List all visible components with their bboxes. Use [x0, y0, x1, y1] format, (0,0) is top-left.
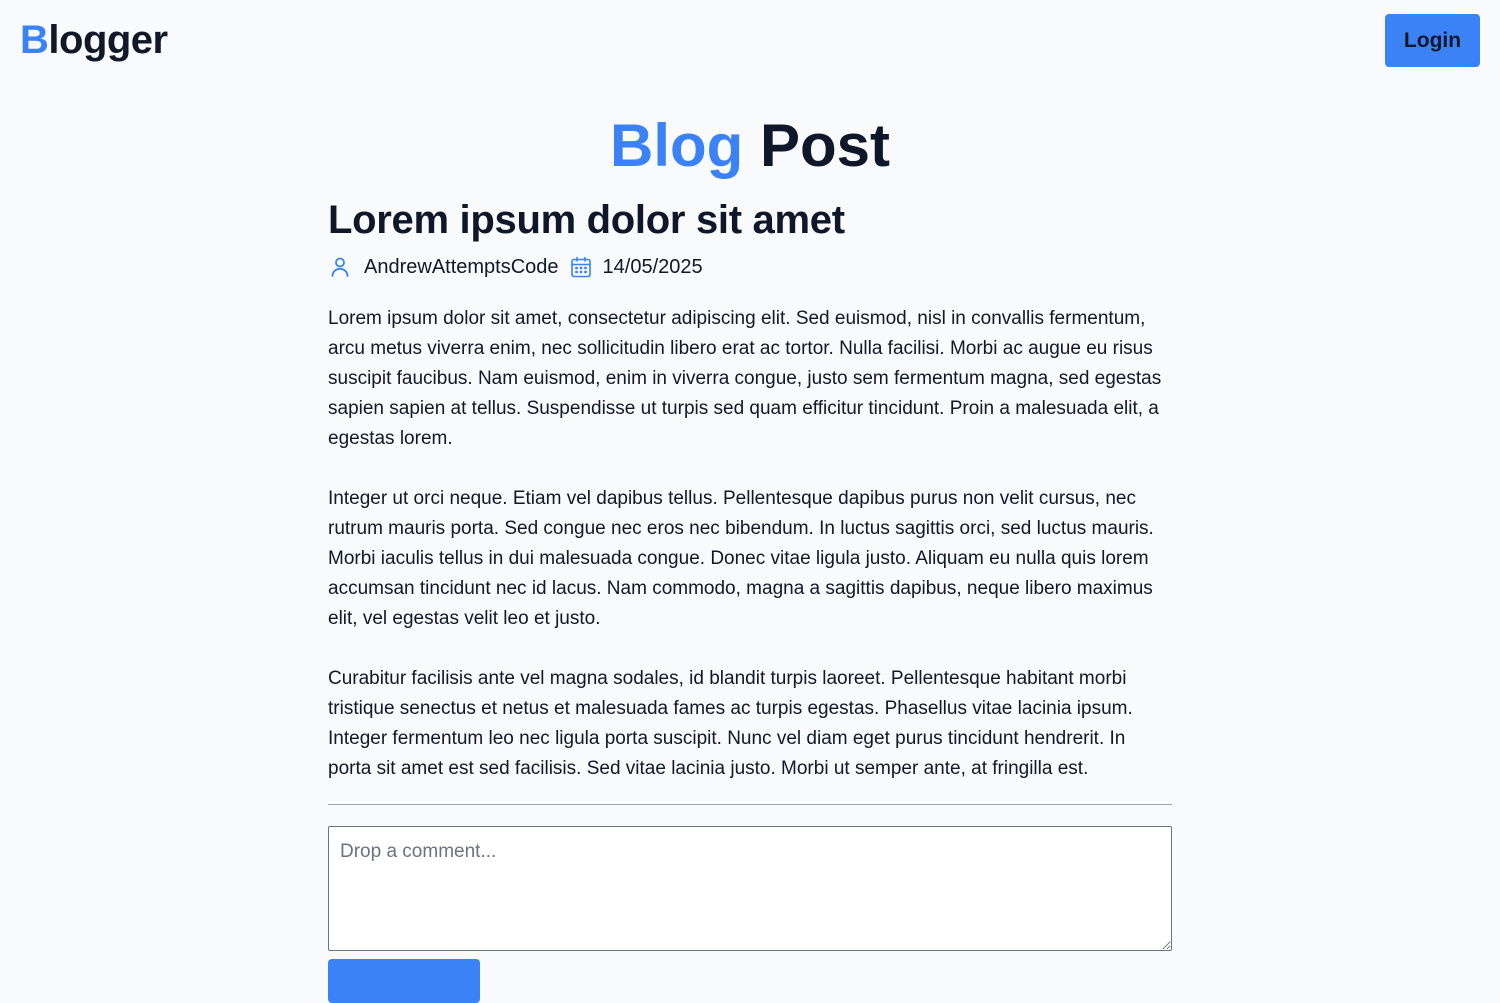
- blog-post: Lorem ipsum dolor sit amet AndrewAttempt…: [328, 196, 1172, 1003]
- user-icon: [328, 255, 352, 279]
- post-body: Lorem ipsum dolor sit amet, consectetur …: [328, 304, 1172, 784]
- top-bar: Blogger Login: [0, 0, 1500, 82]
- logo-accent-letter: B: [20, 18, 49, 62]
- comment-input[interactable]: [328, 826, 1172, 951]
- page-title-rest: Post: [759, 112, 890, 179]
- divider: [328, 804, 1172, 805]
- post-paragraph: Curabitur facilisis ante vel magna sodal…: [328, 668, 1133, 779]
- page-title-accent: Blog: [609, 112, 744, 179]
- calendar-icon: [569, 255, 593, 279]
- post-paragraph: Lorem ipsum dolor sit amet, consectetur …: [328, 308, 1162, 449]
- logo[interactable]: Blogger: [20, 16, 168, 64]
- post-title: Lorem ipsum dolor sit amet: [328, 198, 845, 242]
- post-author[interactable]: AndrewAttemptsCode: [364, 256, 559, 279]
- post-paragraph: Integer ut orci neque. Etiam vel dapibus…: [328, 488, 1154, 629]
- post-date: 14/05/2025: [602, 255, 703, 278]
- page-title: Blog Post: [0, 112, 1500, 180]
- submit-comment-button[interactable]: [328, 959, 480, 1003]
- login-button[interactable]: Login: [1385, 14, 1480, 67]
- post-meta: AndrewAttemptsCode 14/05/2025: [328, 252, 1172, 282]
- logo-text: logger: [48, 18, 168, 62]
